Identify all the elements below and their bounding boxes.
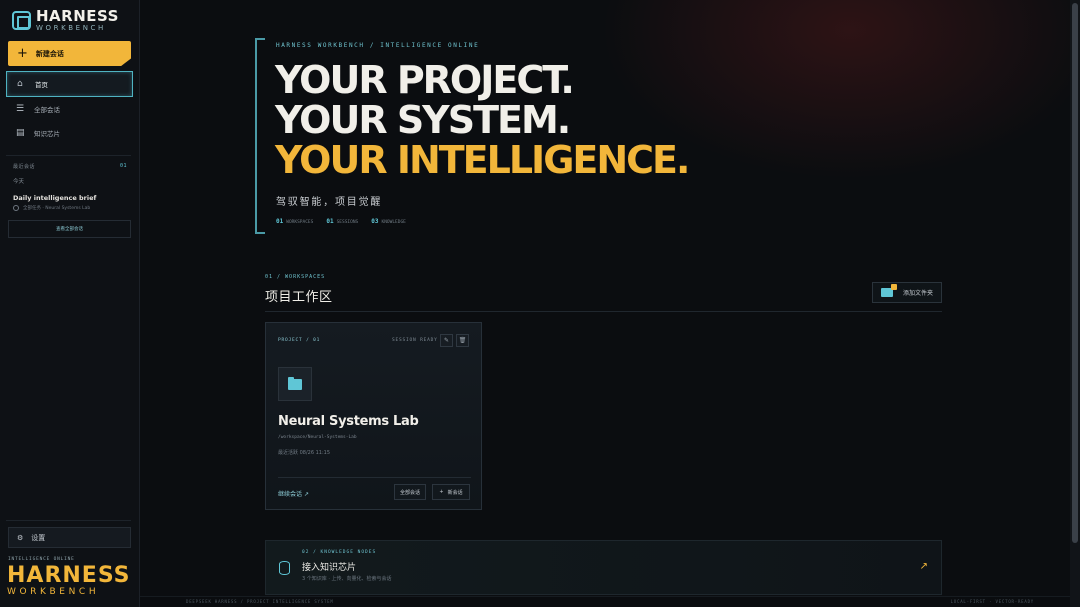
project-tag: PROJECT / 01 <box>278 338 321 343</box>
new-chat-button[interactable]: + 新建会话 <box>8 41 131 66</box>
clock-icon <box>13 205 19 211</box>
project-card[interactable]: PROJECT / 01 SESSION READY ✎ 🗑 Neural Sy… <box>265 322 482 510</box>
brand-logo: HARNESS WORKBENCH <box>7 565 131 597</box>
sidebar-item-label: 全部会话 <box>34 106 60 114</box>
all-sessions-button[interactable]: 全部会话 <box>394 484 426 500</box>
hero-line-2: YOUR SYSTEM. <box>275 98 571 142</box>
app-logo[interactable]: HARNESS WORKBENCH <box>12 9 119 32</box>
gear-icon: ⚙ <box>17 533 24 542</box>
add-folder-label: 添加文件夹 <box>903 290 934 297</box>
status-label: INTELLIGENCE ONLINE <box>8 557 75 562</box>
recent-sessions-label: 最近会话 <box>13 164 36 170</box>
stat-workspaces: 01 WORKSPACES <box>276 218 314 225</box>
session-title[interactable]: Daily intelligence brief <box>13 194 96 202</box>
plus-icon: + <box>17 46 28 61</box>
divider <box>6 155 131 156</box>
project-name: Neural Systems Lab <box>278 414 419 429</box>
new-chat-label: 新建会话 <box>35 49 64 58</box>
arrow-up-right-icon: ↗ <box>303 491 309 498</box>
recent-sessions-count: 01 <box>119 163 127 169</box>
session-status: SESSION READY <box>392 338 438 343</box>
footer-right: LOCAL-FIRST · VECTOR-READY <box>950 599 1034 604</box>
plus-icon: + <box>439 489 444 495</box>
stat-sessions: 01 SESSIONS <box>326 218 359 225</box>
workspaces-eyebrow: 01 / WORKSPACES <box>265 274 326 280</box>
project-last-active: 最近活跃 08/26 11:15 <box>278 450 330 456</box>
scrollbar[interactable] <box>1070 0 1080 607</box>
footer-left: DEEPSEEK HARNESS / PROJECT INTELLIGENCE … <box>186 599 334 604</box>
sidebar-item-label: 首页 <box>35 81 48 89</box>
knowledge-subtitle: 3 个知识库 · 上传、向量化、检索与会话 <box>302 576 392 582</box>
hero-eyebrow: HARNESS WORKBENCH / INTELLIGENCE ONLINE <box>276 42 480 49</box>
add-folder-button[interactable]: 添加文件夹 <box>872 282 942 303</box>
footer: DEEPSEEK HARNESS / PROJECT INTELLIGENCE … <box>140 596 1070 607</box>
hero-bracket <box>255 38 265 234</box>
settings-label: 设置 <box>31 533 46 542</box>
continue-session-label: 继续会话 <box>278 491 303 498</box>
add-folder-icon <box>881 284 897 297</box>
recent-sessions-header: 最近会话 01 <box>13 163 127 170</box>
folder-icon <box>288 376 302 390</box>
divider <box>6 520 131 521</box>
divider <box>265 311 942 312</box>
knowledge-nodes-panel[interactable]: 02 / KNOWLEDGE NODES 接入知识芯片 3 个知识库 · 上传、… <box>265 540 942 595</box>
session-meta: 全部任务 · Neural Systems Lab <box>13 205 90 211</box>
view-all-sessions-button[interactable]: 查看全部会话 <box>8 220 131 238</box>
new-session-label: 新会话 <box>447 489 463 496</box>
database-icon <box>279 561 290 575</box>
brand-logo-title: HARNESS <box>7 563 131 588</box>
logo-title: HARNESS <box>36 7 119 25</box>
arrow-up-right-icon[interactable]: ↗ <box>920 561 928 572</box>
continue-session-link[interactable]: 继续会话 ↗ <box>278 489 309 498</box>
hero-stats: 01 WORKSPACES 01 SESSIONS 03 KNOWLEDGE <box>276 218 406 225</box>
sidebar: HARNESS WORKBENCH + 新建会话 ⌂ 首页 ☰ 全部会话 ▤ 知… <box>0 0 140 607</box>
scrollbar-thumb[interactable] <box>1072 3 1078 543</box>
hero-subtitle: 驾驭智能，项目觉醒 <box>276 197 383 208</box>
settings-button[interactable]: ⚙ 设置 <box>8 527 131 548</box>
session-meta-text: 全部任务 · Neural Systems Lab <box>23 206 91 211</box>
list-icon: ☰ <box>16 103 25 114</box>
stat-knowledge: 03 KNOWLEDGE <box>371 218 406 225</box>
sidebar-item-all-sessions[interactable]: ☰ 全部会话 <box>6 96 133 122</box>
logo-subtitle: WORKBENCH <box>36 24 106 32</box>
edit-button[interactable]: ✎ <box>440 334 453 347</box>
sidebar-item-knowledge-chips[interactable]: ▤ 知识芯片 <box>6 120 133 146</box>
chip-icon: ▤ <box>16 127 25 138</box>
knowledge-eyebrow: 02 / KNOWLEDGE NODES <box>302 550 377 555</box>
project-icon <box>278 367 312 401</box>
delete-button[interactable]: 🗑 <box>456 334 469 347</box>
hero-line-1: YOUR PROJECT. <box>275 58 575 102</box>
knowledge-title: 接入知识芯片 <box>302 563 357 573</box>
today-label: 今天 <box>13 179 25 185</box>
pencil-icon: ✎ <box>443 337 450 344</box>
divider <box>278 477 471 478</box>
brand-logo-subtitle: WORKBENCH <box>7 587 100 597</box>
home-icon: ⌂ <box>17 78 23 89</box>
sidebar-item-home[interactable]: ⌂ 首页 <box>6 71 133 97</box>
sidebar-item-label: 知识芯片 <box>34 130 60 138</box>
hero-line-3: YOUR INTELLIGENCE. <box>275 138 690 182</box>
harness-logo-icon <box>12 11 31 30</box>
workspaces-title: 项目工作区 <box>265 290 333 305</box>
new-session-button[interactable]: + 新会话 <box>432 484 470 500</box>
trash-icon: 🗑 <box>458 337 467 344</box>
project-path: /workspace/Neural-Systems-Lab <box>278 435 357 440</box>
